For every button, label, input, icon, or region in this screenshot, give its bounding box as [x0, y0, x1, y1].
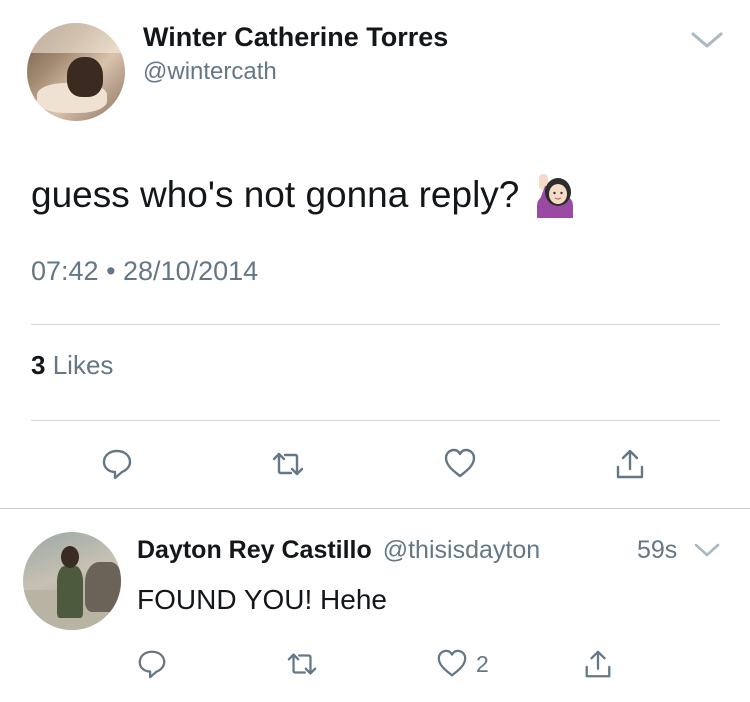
divider: [31, 324, 720, 325]
avatar-photo-head: [61, 546, 79, 568]
reply-header: Dayton Rey Castillo @thisisdayton: [137, 536, 540, 565]
share-icon[interactable]: [580, 646, 616, 682]
share-icon[interactable]: [612, 446, 648, 482]
author-name[interactable]: Winter Catherine Torres: [143, 22, 448, 53]
retweet-icon[interactable]: [284, 646, 320, 682]
avatar-photo-light: [27, 23, 125, 53]
chevron-down-icon[interactable]: [690, 30, 724, 50]
reply-author-handle[interactable]: @thisisdayton: [383, 536, 540, 564]
reply-like-count: 2: [476, 650, 489, 677]
reply-icon[interactable]: [134, 646, 170, 682]
tweet-text: guess who's not gonna reply?: [31, 174, 520, 215]
divider: [0, 508, 750, 509]
heart-icon[interactable]: [442, 446, 478, 482]
likes-label: Likes: [52, 350, 114, 380]
author-handle[interactable]: @wintercath: [143, 58, 277, 86]
reply-author-avatar[interactable]: [23, 532, 121, 630]
avatar-photo-rock: [85, 562, 121, 612]
reply-author-name[interactable]: Dayton Rey Castillo: [137, 536, 372, 564]
likes-count: 3: [31, 350, 46, 380]
heart-icon[interactable]: [434, 646, 470, 682]
raising-hand-woman-emoji-icon: [533, 172, 577, 218]
reply-text: FOUND YOU! Hehe: [137, 584, 387, 615]
divider: [31, 420, 720, 421]
author-avatar[interactable]: [27, 23, 125, 121]
avatar-photo-person: [57, 566, 83, 618]
tweet-text-row: guess who's not gonna reply?: [31, 172, 577, 218]
tweet-timestamp[interactable]: 07:42 • 28/10/2014: [31, 256, 258, 287]
likes-summary[interactable]: 3 Likes: [31, 350, 113, 381]
chevron-down-icon[interactable]: [694, 542, 720, 558]
reply-like-button[interactable]: 2: [434, 646, 489, 682]
retweet-icon[interactable]: [270, 446, 306, 482]
avatar-photo-hair: [67, 57, 103, 97]
reply-time[interactable]: 59s: [637, 536, 677, 565]
reply-icon[interactable]: [99, 446, 135, 482]
